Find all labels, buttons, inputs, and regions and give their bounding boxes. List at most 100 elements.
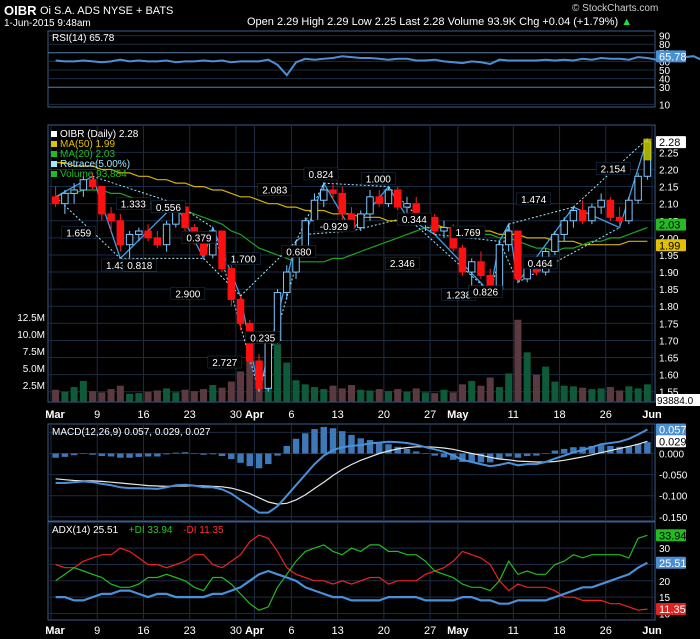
candle-body (560, 220, 568, 235)
macd-histogram-bar (218, 453, 226, 457)
adx-tag: 33.94 (659, 530, 687, 542)
volume-bar (616, 390, 624, 402)
retrace-label: 0.379 (186, 234, 211, 245)
macd-y-tick: -0.050 (659, 471, 688, 482)
x-axis-label: Mar (45, 625, 65, 637)
stock-chart: 908070605040301065.78RSI(14) 65.782.252.… (17, 30, 700, 637)
volume-bar (394, 389, 402, 402)
macd-histogram-bar (107, 453, 115, 457)
candle-body (375, 196, 383, 205)
x-axis-label: 11 (508, 625, 519, 637)
candle-body (393, 189, 402, 208)
volume-bar (79, 380, 87, 402)
legend-swatch (51, 131, 57, 137)
volume-bar (542, 366, 550, 402)
macd-histogram-bar (376, 442, 383, 454)
macd-histogram-bar (144, 453, 152, 457)
candle-body (61, 192, 69, 205)
volume-bar (403, 391, 411, 402)
macd-histogram-bar (403, 448, 411, 454)
volume-bar (551, 381, 559, 402)
volume-bar (89, 391, 97, 402)
volume-y-tick: 2.5M (23, 381, 45, 392)
retrace-label: -0.929 (320, 222, 349, 233)
macd-histogram-bar (422, 453, 429, 455)
candle-body (51, 196, 60, 205)
retrace-label: 0.680 (286, 248, 311, 259)
adx-panel-frame (47, 521, 656, 621)
volume-y-tick: 10.0M (17, 330, 45, 341)
macd-histogram-bar (283, 445, 291, 454)
volume-bar (505, 373, 513, 402)
volume-bar (227, 381, 235, 402)
macd-histogram-bar (505, 453, 512, 457)
macd-label: MACD(12,26,9) 0.057, 0.029, 0.027 (52, 427, 211, 438)
candle-body (357, 213, 365, 229)
volume-bar (643, 384, 651, 402)
volume-last: 93884.0 (657, 396, 694, 407)
x-axis-label: 20 (378, 625, 390, 637)
retrace-label: 2.900 (175, 289, 200, 300)
volume-bar (588, 389, 596, 402)
x-axis-label: 13 (332, 625, 344, 637)
retrace-label: 1.769 (455, 228, 480, 239)
volume-bar (107, 389, 115, 402)
volume-bar (126, 393, 134, 402)
macd-histogram-bar (89, 453, 96, 455)
rsi-panel-frame (47, 30, 656, 108)
price-y-tick: 2.20 (659, 165, 679, 176)
macd-histogram-bar (135, 453, 143, 457)
x-axis-label: 30 (230, 409, 242, 421)
adx-tag: 25.51 (659, 558, 687, 570)
price-y-tick: 2.25 (659, 148, 679, 159)
x-axis-label: 16 (137, 625, 149, 637)
x-axis-label: 20 (378, 409, 390, 421)
macd-histogram-bar (80, 453, 87, 455)
macd-histogram-bar (209, 453, 217, 455)
price-y-tick: 1.80 (659, 302, 679, 313)
volume-bar (440, 389, 448, 402)
x-axis-label: 23 (184, 409, 196, 421)
retrace-label: 1.238 (446, 290, 471, 301)
price-y-tick: 1.95 (659, 251, 679, 262)
candle-body (236, 298, 245, 324)
volume-bar (237, 371, 245, 402)
x-axis-label: Jun (642, 625, 662, 637)
price-tag: 2.03 (659, 220, 680, 232)
candle-body (634, 175, 642, 201)
macd-histogram-bar (163, 453, 170, 455)
macd-histogram-bar (52, 453, 59, 458)
macd-histogram-bar (320, 426, 327, 454)
price-tag: 1.99 (659, 240, 680, 252)
legend-swatch (51, 151, 57, 157)
volume-bar (283, 362, 291, 402)
retrace-label: 2.346 (390, 259, 415, 270)
macd-histogram-bar (117, 453, 124, 458)
adx-label: +DI 33.94 (129, 525, 173, 536)
macd-histogram-bar (431, 453, 438, 456)
retrace-label: 1.333 (121, 200, 146, 211)
legend-swatch (51, 141, 57, 147)
macd-histogram-bar (126, 453, 133, 458)
x-axis-label: 18 (553, 409, 565, 421)
macd-histogram-bar (70, 453, 78, 456)
price-y-tick: 1.70 (659, 336, 679, 347)
x-axis-label: 26 (600, 625, 612, 637)
macd-histogram-bar (523, 453, 531, 457)
x-axis-label: Apr (245, 625, 265, 637)
candle-body (255, 360, 263, 389)
x-axis-label: 18 (553, 625, 565, 637)
macd-histogram-bar (394, 446, 401, 454)
candle-body (125, 233, 134, 246)
retrace-label: 2.727 (212, 358, 237, 369)
retrace-label: 0.235 (250, 333, 275, 344)
candle-body (384, 189, 393, 205)
candle-body (588, 206, 596, 222)
candle-body (218, 230, 226, 270)
x-axis-label: May (447, 409, 469, 421)
candle-body (597, 199, 605, 208)
candle-body (70, 189, 78, 194)
candle-body (144, 230, 152, 239)
candle-body (495, 244, 504, 290)
price-y-tick: 2.10 (659, 200, 679, 211)
